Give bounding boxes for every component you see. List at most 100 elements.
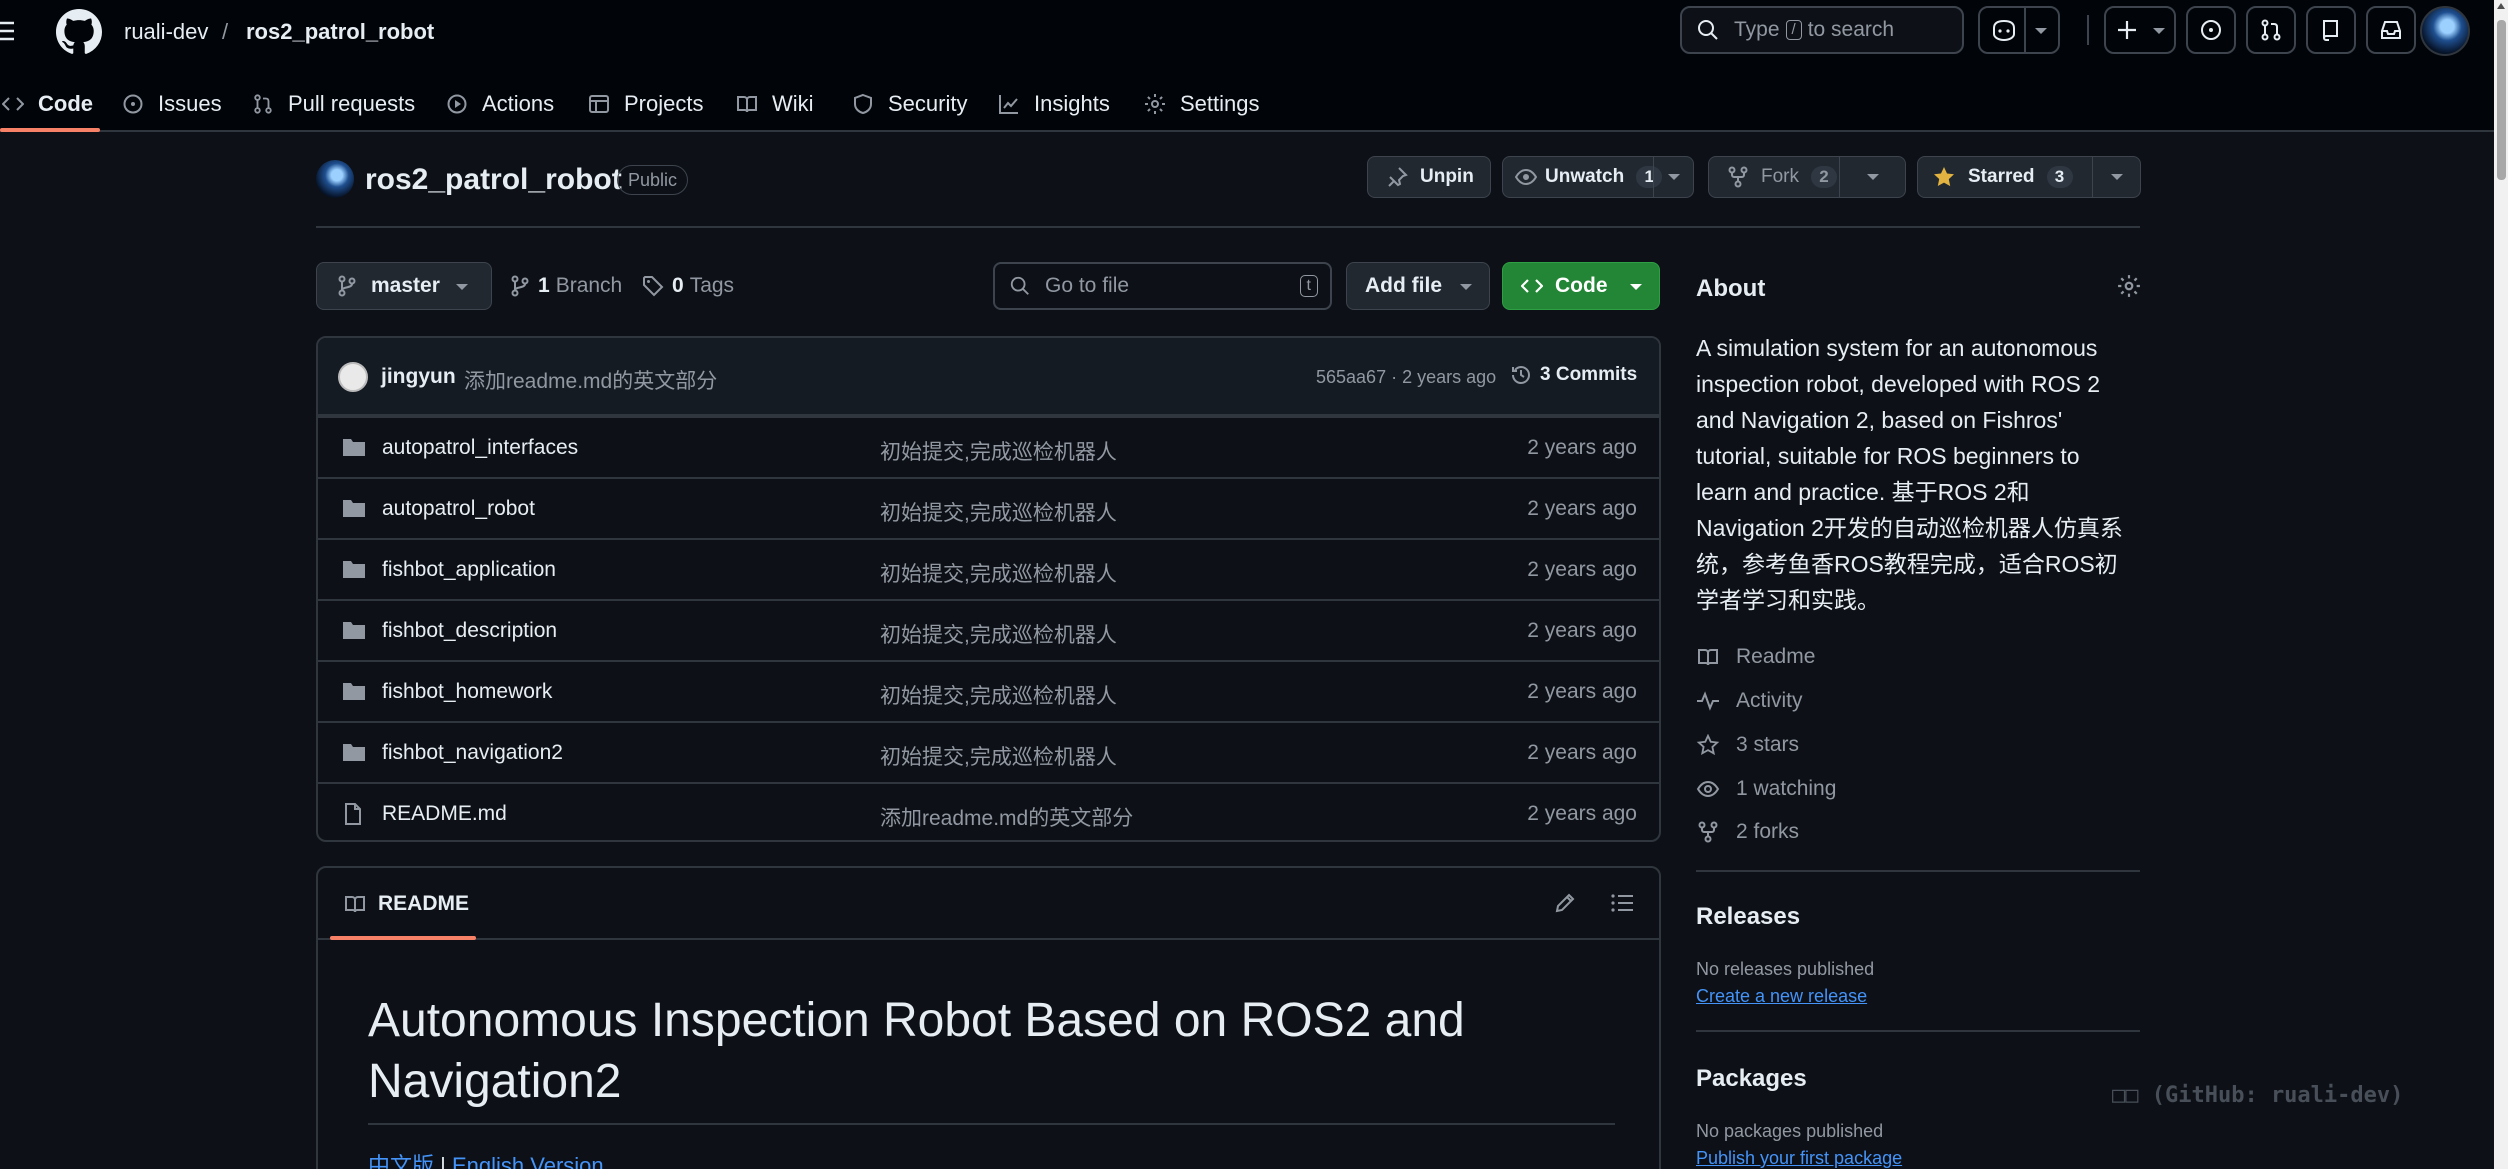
inbox-button[interactable]	[2366, 6, 2416, 54]
issues-button[interactable]	[2186, 6, 2236, 54]
starred-button[interactable]: Starred 3	[1917, 156, 2141, 198]
github-logo-icon[interactable]	[56, 9, 102, 55]
git-pull-request-icon	[254, 94, 272, 114]
file-row[interactable]: fishbot_navigation2 初始提交,完成巡检机器人 2 years…	[318, 721, 1659, 782]
file-age: 2 years ago	[1527, 802, 1637, 825]
file-commit-message[interactable]: 初始提交,完成巡检机器人	[880, 741, 1117, 771]
scrollbar-thumb[interactable]	[2497, 20, 2506, 180]
breadcrumb-owner[interactable]: ruali-dev	[124, 19, 208, 45]
packages-heading[interactable]: Packages	[1696, 1065, 1807, 1093]
tab-issues[interactable]: Issues	[122, 78, 222, 130]
file-name[interactable]: autopatrol_interfaces	[382, 436, 578, 460]
eye-icon	[1696, 780, 1720, 798]
file-commit-message[interactable]: 初始提交,完成巡检机器人	[880, 619, 1117, 649]
publish-package-link[interactable]: Publish your first package	[1696, 1148, 1902, 1169]
sidebar-divider	[1696, 870, 2140, 872]
file-row[interactable]: README.md 添加readme.md的英文部分 2 years ago	[318, 782, 1659, 840]
english-version-link[interactable]: English Version	[452, 1153, 604, 1169]
tab-label: Insights	[1034, 91, 1110, 116]
hamburger-menu-icon[interactable]	[0, 16, 30, 46]
file-commit-message[interactable]: 初始提交,完成巡检机器人	[880, 680, 1117, 710]
file-name[interactable]: autopatrol_robot	[382, 497, 535, 521]
file-name[interactable]: fishbot_application	[382, 558, 556, 582]
readme-title: Autonomous Inspection Robot Based on ROS…	[368, 994, 1465, 1108]
gear-icon[interactable]	[2117, 274, 2141, 298]
tab-settings[interactable]: Settings	[1144, 78, 1260, 130]
commits-link[interactable]: 3 Commits	[1510, 364, 1637, 386]
unpin-label: Unpin	[1420, 166, 1474, 187]
star-dropdown[interactable]	[2092, 157, 2140, 197]
commit-message[interactable]: 添加readme.md的英文部分	[464, 365, 717, 395]
file-commit-message[interactable]: 初始提交,完成巡检机器人	[880, 558, 1117, 588]
watching-link[interactable]: 1 watching	[1696, 777, 1836, 801]
repositories-button[interactable]	[2306, 6, 2356, 54]
chinese-version-link[interactable]: 中文版	[368, 1153, 434, 1169]
file-name[interactable]: fishbot_description	[382, 619, 557, 643]
graph-icon	[999, 95, 1018, 114]
stars-link[interactable]: 3 stars	[1696, 733, 1799, 757]
star-filled-icon	[1934, 167, 1954, 187]
unpin-button[interactable]: Unpin	[1367, 156, 1491, 198]
commit-hash-age[interactable]: 565aa67 · 2 years ago	[1316, 367, 1496, 388]
tab-projects[interactable]: Projects	[588, 78, 703, 130]
unwatch-button[interactable]: Unwatch 1	[1502, 156, 1694, 198]
create-release-link[interactable]: Create a new release	[1696, 986, 1867, 1007]
tab-wiki[interactable]: Wiki	[736, 78, 814, 130]
readme-link[interactable]: Readme	[1696, 645, 1815, 669]
activity-link[interactable]: Activity	[1696, 689, 1803, 713]
tab-actions[interactable]: Actions	[446, 78, 554, 130]
file-row[interactable]: fishbot_application 初始提交,完成巡检机器人 2 years…	[318, 538, 1659, 599]
file-row[interactable]: fishbot_description 初始提交,完成巡检机器人 2 years…	[318, 599, 1659, 660]
repo-title[interactable]: ros2_patrol_robot	[365, 163, 622, 197]
unwatch-dropdown[interactable]	[1653, 157, 1693, 197]
list-unordered-icon[interactable]	[1610, 892, 1634, 914]
readme-tab[interactable]: README	[344, 892, 469, 916]
latest-commit-bar: jingyun 添加readme.md的英文部分 565aa67 · 2 yea…	[318, 338, 1659, 416]
forks-link[interactable]: 2 forks	[1696, 820, 1799, 844]
branch-count: 1	[538, 274, 550, 297]
commit-author-avatar[interactable]	[338, 362, 368, 392]
tab-insights[interactable]: Insights	[998, 78, 1110, 130]
git-branch-icon	[338, 275, 356, 297]
stars-link-label: 3 stars	[1736, 733, 1800, 756]
search-icon	[1010, 276, 1029, 295]
fork-button[interactable]: Fork 2	[1708, 156, 1906, 198]
file-commit-message[interactable]: 初始提交,完成巡检机器人	[880, 436, 1117, 466]
code-button[interactable]: Code	[1502, 262, 1660, 310]
star-count: 3	[2046, 166, 2073, 188]
file-name[interactable]: fishbot_homework	[382, 680, 552, 704]
file-name[interactable]: README.md	[382, 802, 507, 826]
header-divider	[2087, 15, 2089, 45]
pencil-icon[interactable]	[1554, 892, 1576, 914]
tab-pull-requests[interactable]: Pull requests	[252, 78, 415, 130]
global-search-input[interactable]: Type / to search	[1680, 6, 1964, 54]
branches-link[interactable]: 1 Branch	[510, 274, 622, 298]
pull-requests-button[interactable]	[2246, 6, 2296, 54]
file-commit-message[interactable]: 初始提交,完成巡检机器人	[880, 497, 1117, 527]
branch-select-button[interactable]: master	[316, 262, 492, 310]
tags-link[interactable]: 0 Tags	[642, 274, 734, 298]
add-file-button[interactable]: Add file	[1346, 262, 1490, 310]
user-avatar[interactable]	[2420, 6, 2470, 56]
file-row[interactable]: autopatrol_interfaces 初始提交,完成巡检机器人 2 yea…	[318, 416, 1659, 477]
copilot-button[interactable]	[1978, 6, 2060, 54]
scroll-up-arrow-icon[interactable]	[2497, 3, 2505, 9]
go-to-file-shortcut: t	[1299, 275, 1318, 297]
breadcrumb-repo[interactable]: ros2_patrol_robot	[246, 19, 434, 45]
fork-dropdown[interactable]	[1839, 157, 1905, 197]
file-row[interactable]: fishbot_homework 初始提交,完成巡检机器人 2 years ag…	[318, 660, 1659, 721]
file-commit-message[interactable]: 添加readme.md的英文部分	[880, 802, 1133, 832]
tab-code[interactable]: Code	[2, 78, 93, 130]
file-name[interactable]: fishbot_navigation2	[382, 741, 563, 765]
search-suffix-text: to search	[1807, 18, 1895, 41]
create-new-button[interactable]	[2104, 6, 2176, 54]
tab-security[interactable]: Security	[852, 78, 967, 130]
go-to-file-input[interactable]: Go to file t	[993, 262, 1332, 310]
packages-note: No packages published	[1696, 1121, 1884, 1141]
readme-divider	[368, 1123, 1615, 1125]
tab-label: Actions	[482, 91, 555, 116]
file-row[interactable]: autopatrol_robot 初始提交,完成巡检机器人 2 years ag…	[318, 477, 1659, 538]
repo-owner-avatar[interactable]	[316, 160, 354, 198]
releases-heading[interactable]: Releases	[1696, 903, 1800, 931]
commit-author[interactable]: jingyun	[381, 365, 456, 389]
